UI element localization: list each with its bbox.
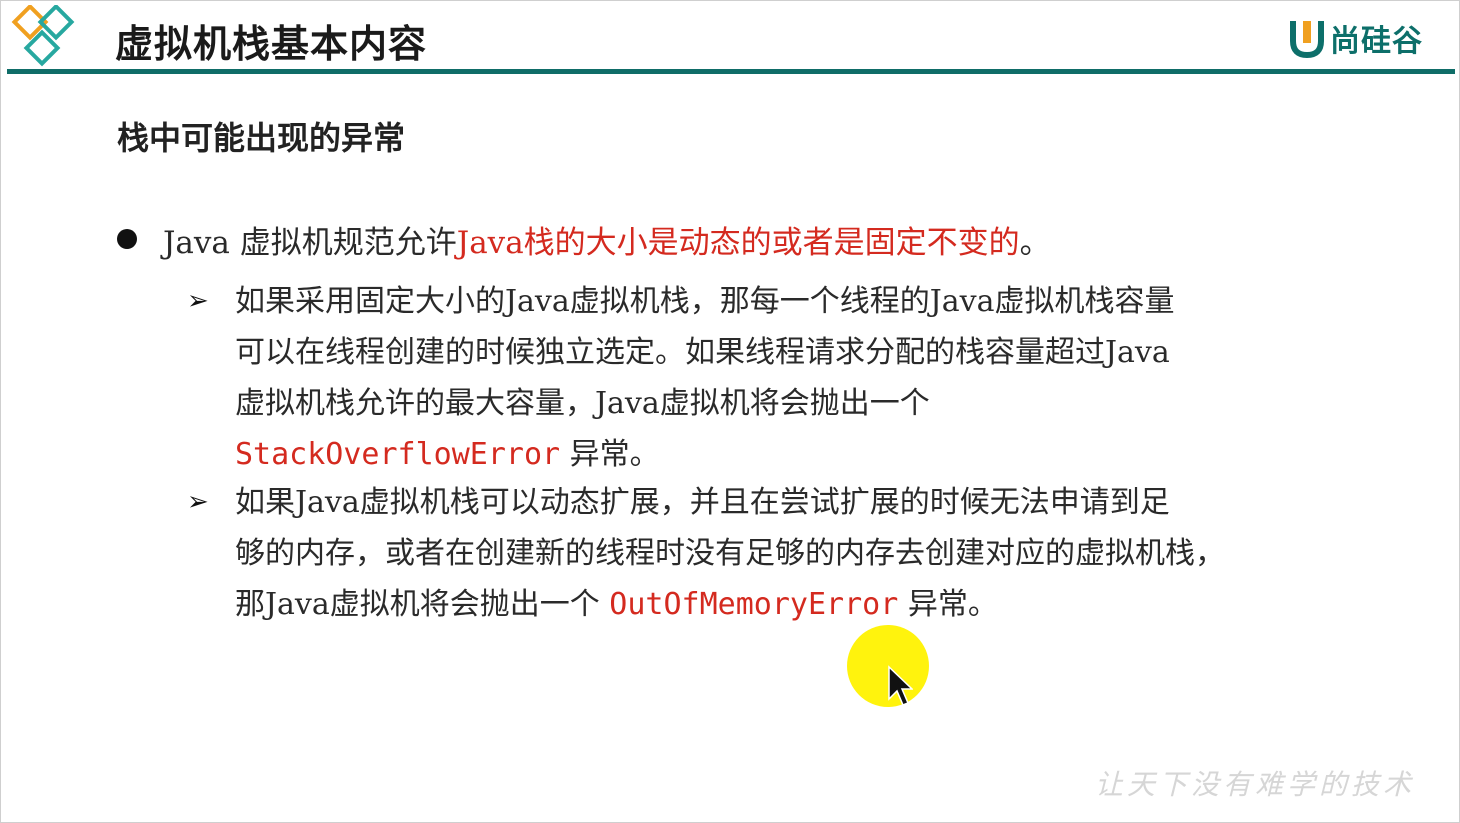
- sub-item-line: 如果采用固定大小的Java虚拟机栈，那每一个线程的Java虚拟机栈容量: [235, 284, 1175, 319]
- brand-logo: 尚硅谷: [1288, 17, 1423, 59]
- bullet-highlight: Java栈的大小是动态的或者是固定不变的: [456, 225, 1020, 261]
- diamond-logo-icon: [11, 5, 75, 67]
- arrow-bullet-icon: ➢: [187, 286, 209, 316]
- arrow-bullet-icon: ➢: [187, 487, 209, 517]
- watermark-slogan: 让天下没有难学的技术: [1094, 768, 1415, 801]
- bullet-dot-icon: [117, 229, 137, 249]
- error-name: OutOfMemoryError: [609, 587, 899, 622]
- sub-item-line: 够的内存，或者在创建新的线程时没有足够的内存去创建对应的虚拟机栈，: [235, 536, 1225, 571]
- sub-item-prefix: 那Java虚拟机将会抛出一个: [235, 587, 610, 622]
- sub-item-line: 那Java虚拟机将会抛出一个 OutOfMemoryError 异常。: [235, 579, 1337, 630]
- sub-item-dynamic-stack: ➢ 如果Java虚拟机栈可以动态扩展，并且在尝试扩展的时候无法申请到足 够的内存…: [187, 477, 1337, 630]
- sub-item-fixed-stack: ➢ 如果采用固定大小的Java虚拟机栈，那每一个线程的Java虚拟机栈容量 可以…: [187, 276, 1337, 480]
- sub-item-line: 可以在线程创建的时候独立选定。如果线程请求分配的栈容量超过Java: [235, 335, 1170, 370]
- u-brand-icon: [1290, 21, 1324, 59]
- sub-item-line: StackOverflowError 异常。: [235, 429, 1337, 480]
- brand-name: 尚硅谷: [1330, 24, 1423, 59]
- sub-item-line: 虚拟机栈允许的最大容量，Java虚拟机将会抛出一个: [235, 386, 930, 421]
- slide: 虚拟机栈基本内容 尚硅谷 栈中可能出现的异常 Java 虚拟机规范允许Java栈…: [0, 0, 1460, 823]
- section-subtitle: 栈中可能出现的异常: [117, 119, 406, 157]
- bullet-suffix: 。: [1019, 225, 1051, 261]
- slide-title: 虚拟机栈基本内容: [115, 22, 428, 66]
- slide-header: 虚拟机栈基本内容 尚硅谷: [1, 1, 1460, 74]
- sub-item-suffix: 异常。: [560, 437, 660, 472]
- sub-item-line: 如果Java虚拟机栈可以动态扩展，并且在尝试扩展的时候无法申请到足: [235, 485, 1170, 520]
- mouse-pointer-icon: [888, 665, 913, 706]
- error-name: StackOverflowError: [235, 437, 561, 472]
- sub-item-suffix: 异常。: [898, 587, 998, 622]
- header-divider: [7, 69, 1455, 74]
- bullet-prefix: Java 虚拟机规范允许: [163, 225, 457, 261]
- main-bullet: Java 虚拟机规范允许Java栈的大小是动态的或者是固定不变的。: [117, 217, 1051, 262]
